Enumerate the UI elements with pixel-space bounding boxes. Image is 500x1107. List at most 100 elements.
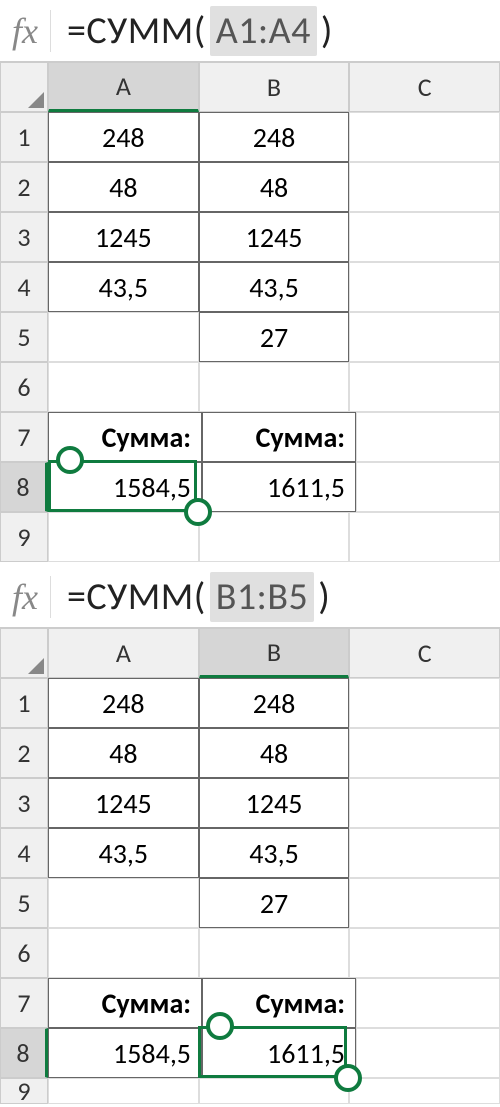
spreadsheet-grid: A B C 1 248 248 2 48 48 3 1245 1245 4 43…	[0, 62, 500, 562]
cell-A5[interactable]	[48, 878, 199, 928]
row-header-5[interactable]: 5	[0, 312, 48, 362]
selection-handle-top-left[interactable]	[56, 446, 84, 474]
cell-B8[interactable]: 1611,5	[202, 462, 356, 512]
cell-C5[interactable]	[349, 312, 500, 362]
cell-B6[interactable]	[199, 928, 350, 978]
cell-A2[interactable]: 48	[48, 162, 199, 212]
cell-B1[interactable]: 248	[199, 112, 350, 162]
col-header-B[interactable]: B	[199, 62, 350, 112]
bottom-spreadsheet-section: fx =СУММ( B1:B5 ) A B C 1 248 248 2 48 4…	[0, 566, 500, 1104]
row-header-3[interactable]: 3	[0, 778, 48, 828]
cell-B2[interactable]: 48	[199, 162, 350, 212]
column-headers-row: A B C	[0, 62, 500, 112]
cell-A1[interactable]: 248	[48, 112, 199, 162]
cell-A9[interactable]	[48, 512, 199, 562]
row-header-1[interactable]: 1	[0, 678, 48, 728]
cell-A3[interactable]: 1245	[48, 778, 199, 828]
row-header-1[interactable]: 1	[0, 112, 48, 162]
cell-C9[interactable]	[349, 512, 500, 562]
row-header-4[interactable]: 4	[0, 262, 48, 312]
cell-B9[interactable]	[199, 512, 350, 562]
row-header-3[interactable]: 3	[0, 212, 48, 262]
fx-icon[interactable]: fx	[8, 576, 51, 618]
select-all-corner[interactable]	[0, 62, 48, 112]
cell-C8[interactable]	[356, 1028, 500, 1078]
row-header-9[interactable]: 9	[0, 1078, 48, 1104]
cell-A4[interactable]: 43,5	[48, 262, 199, 312]
row-header-8[interactable]: 8	[0, 462, 48, 512]
cell-C6[interactable]	[349, 928, 500, 978]
cell-B1[interactable]: 248	[199, 678, 350, 728]
cell-B3[interactable]: 1245	[199, 778, 350, 828]
cell-B9[interactable]	[199, 1078, 350, 1104]
formula-range: A1:A4	[210, 6, 317, 56]
cell-A4[interactable]: 43,5	[48, 828, 199, 878]
col-header-B[interactable]: B	[199, 628, 350, 678]
col-header-C[interactable]: C	[349, 628, 500, 678]
cell-C7[interactable]	[356, 412, 500, 462]
row-header-8[interactable]: 8	[0, 1028, 48, 1078]
top-spreadsheet-section: fx =СУММ( A1:A4 ) A B C 1 248 248 2 48 4…	[0, 0, 500, 562]
spreadsheet-grid: A B C 1 248 248 2 48 48 3 1245 1245 4 43…	[0, 628, 500, 1104]
formula-suffix: )	[318, 574, 330, 620]
cell-A6[interactable]	[48, 362, 199, 412]
row-header-2[interactable]: 2	[0, 728, 48, 778]
cell-B4[interactable]: 43,5	[199, 828, 350, 878]
selection-handle-bottom-right[interactable]	[184, 498, 212, 526]
cell-B6[interactable]	[199, 362, 350, 412]
cell-A9[interactable]	[48, 1078, 199, 1104]
cell-A2[interactable]: 48	[48, 728, 199, 778]
cell-A8[interactable]: 1584,5	[48, 1028, 202, 1078]
row-header-7[interactable]: 7	[0, 412, 48, 462]
cell-C8[interactable]	[356, 462, 500, 512]
cell-C6[interactable]	[349, 362, 500, 412]
formula-input[interactable]: =СУММ( A1:A4 )	[67, 6, 333, 56]
cell-B2[interactable]: 48	[199, 728, 350, 778]
formula-range: B1:B5	[210, 572, 315, 622]
select-all-corner[interactable]	[0, 628, 48, 678]
column-headers-row: A B C	[0, 628, 500, 678]
formula-bar: fx =СУММ( A1:A4 )	[0, 0, 500, 62]
cell-A7[interactable]: Сумма:	[48, 978, 202, 1028]
row-header-5[interactable]: 5	[0, 878, 48, 928]
cell-C9[interactable]	[349, 1078, 500, 1104]
formula-prefix: =СУММ(	[67, 574, 206, 620]
selection-handle-bottom-right[interactable]	[334, 1064, 362, 1092]
cell-B7[interactable]: Сумма:	[202, 412, 356, 462]
fx-icon[interactable]: fx	[8, 10, 51, 52]
cell-B4[interactable]: 43,5	[199, 262, 350, 312]
cell-C2[interactable]	[349, 162, 500, 212]
formula-suffix: )	[321, 8, 333, 54]
cell-B5[interactable]: 27	[199, 312, 350, 362]
cell-A1[interactable]: 248	[48, 678, 199, 728]
row-header-6[interactable]: 6	[0, 362, 48, 412]
formula-input[interactable]: =СУММ( B1:B5 )	[67, 572, 330, 622]
row-header-9[interactable]: 9	[0, 512, 48, 562]
cell-A6[interactable]	[48, 928, 199, 978]
cell-C5[interactable]	[349, 878, 500, 928]
cell-C7[interactable]	[356, 978, 500, 1028]
row-header-6[interactable]: 6	[0, 928, 48, 978]
cell-C1[interactable]	[349, 678, 500, 728]
cell-C3[interactable]	[349, 212, 500, 262]
formula-prefix: =СУММ(	[67, 8, 206, 54]
cell-C1[interactable]	[349, 112, 500, 162]
cell-A3[interactable]: 1245	[48, 212, 199, 262]
cell-B5[interactable]: 27	[199, 878, 350, 928]
col-header-A[interactable]: A	[48, 62, 199, 112]
formula-bar: fx =СУММ( B1:B5 )	[0, 566, 500, 628]
cell-C3[interactable]	[349, 778, 500, 828]
corner-triangle-icon	[28, 658, 44, 674]
row-header-4[interactable]: 4	[0, 828, 48, 878]
row-header-7[interactable]: 7	[0, 978, 48, 1028]
cell-C2[interactable]	[349, 728, 500, 778]
cell-A5[interactable]	[48, 312, 199, 362]
col-header-C[interactable]: C	[349, 62, 500, 112]
corner-triangle-icon	[28, 92, 44, 108]
selection-handle-top-left[interactable]	[206, 1012, 234, 1040]
row-header-2[interactable]: 2	[0, 162, 48, 212]
cell-C4[interactable]	[349, 262, 500, 312]
col-header-A[interactable]: A	[48, 628, 199, 678]
cell-C4[interactable]	[349, 828, 500, 878]
cell-B3[interactable]: 1245	[199, 212, 350, 262]
